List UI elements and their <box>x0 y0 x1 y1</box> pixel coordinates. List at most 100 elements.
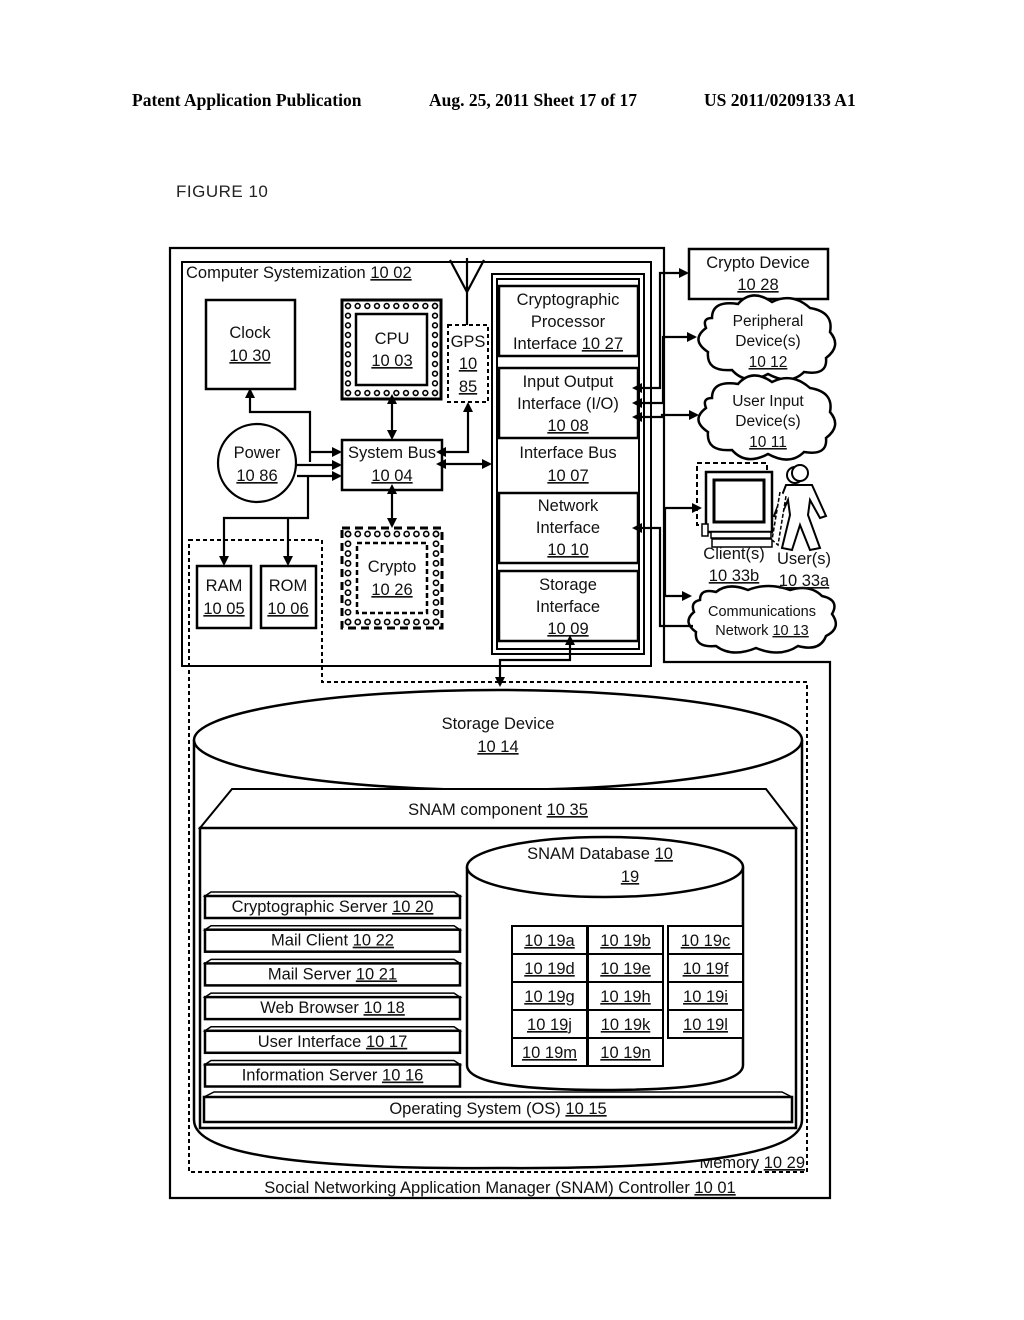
chip-pin <box>431 312 439 319</box>
chip-pin <box>344 599 352 606</box>
clients-ref: 10 33b <box>709 567 759 585</box>
computer-systemization-label: Computer Systemization 10 02 <box>186 264 412 282</box>
communications-network-line1: Communications <box>708 604 816 620</box>
chip-pin <box>432 530 440 538</box>
power-label: Power <box>234 444 281 462</box>
clock-label: Clock <box>229 324 271 342</box>
chip-pin <box>354 302 361 310</box>
chip-pin <box>431 331 439 339</box>
db-table-label: 10 19h <box>600 988 650 1006</box>
antenna-icon <box>449 258 485 325</box>
chip-pin <box>432 559 440 567</box>
users-label: User(s) <box>777 550 831 568</box>
db-table-label: 10 19j <box>527 1016 572 1034</box>
chip-pin <box>344 341 352 348</box>
chip-pin <box>344 380 352 387</box>
chip-pin <box>393 302 400 310</box>
chip-pin <box>432 599 440 606</box>
gps-label: GPS <box>451 333 486 351</box>
user-input-devices-line1: User Input <box>732 393 804 410</box>
chip-pin <box>432 579 440 587</box>
clock-box <box>204 298 297 391</box>
interface-bus-ref: 10 07 <box>547 467 588 485</box>
chip-pin <box>373 389 381 397</box>
chip-pin <box>344 322 352 329</box>
cpu-label: CPU <box>375 330 410 348</box>
crypto-device-ref: 10 28 <box>737 276 778 294</box>
gps-ref-2: 85 <box>459 378 477 396</box>
chip-pin <box>431 360 439 368</box>
component-bar: User Interface 10 17 <box>202 1026 463 1055</box>
crypto-ref: 10 26 <box>371 581 412 599</box>
db-table-label: 10 19i <box>683 988 728 1006</box>
network-interface-line1: Network <box>538 497 599 515</box>
chip-pin <box>344 370 352 377</box>
chip-pin <box>344 618 352 626</box>
chip-pin <box>344 351 352 358</box>
system-bus-label: System Bus <box>348 444 436 462</box>
snam-component-label: SNAM component 10 35 <box>408 801 588 819</box>
chip-pin <box>364 618 371 626</box>
chip-pin <box>432 589 440 597</box>
clock-ref: 10 30 <box>229 347 270 365</box>
power-ref: 10 86 <box>236 467 277 485</box>
db-table-label: 10 19d <box>524 960 574 978</box>
crypto-label: Crypto <box>368 558 417 576</box>
snam-database-label: SNAM Database 10 <box>527 845 673 863</box>
db-table-label: 10 19b <box>600 932 650 950</box>
chip-pin <box>432 608 440 616</box>
ram-ref: 10 05 <box>203 600 244 618</box>
component-label: Information Server 10 16 <box>242 1067 424 1085</box>
chip-pin <box>422 618 430 626</box>
peripheral-devices-ref: 10 12 <box>749 354 788 371</box>
chip-pin <box>344 389 352 397</box>
chip-pin <box>344 579 352 587</box>
chip-pin <box>402 389 410 397</box>
chip-pin <box>402 302 410 310</box>
chip-pin <box>344 540 352 548</box>
db-table-label: 10 19k <box>601 1016 651 1034</box>
rom-box <box>259 564 318 630</box>
component-label: Mail Client 10 22 <box>271 932 394 950</box>
io-interface-line1: Input Output <box>523 373 614 391</box>
snam-database-ref-2: 19 <box>621 868 639 886</box>
chip-pin <box>344 530 352 538</box>
network-interface-ref: 10 10 <box>547 541 588 559</box>
component-label: Mail Server 10 21 <box>268 965 397 983</box>
chip-pin <box>344 559 352 567</box>
ram-box <box>195 564 253 630</box>
communications-network-line2: Network 10 13 <box>715 623 809 639</box>
chip-pin <box>432 618 440 626</box>
component-bar: Mail Server 10 21 <box>202 958 463 987</box>
chip-pin <box>393 618 401 626</box>
chip-pin <box>354 530 362 538</box>
computer-icon <box>696 462 774 548</box>
crypto-processor-interface-line2: Processor <box>531 313 606 331</box>
chip-pin <box>393 530 401 538</box>
ram-label: RAM <box>206 577 243 595</box>
component-label: Cryptographic Server 10 20 <box>232 898 434 916</box>
chip-pin <box>431 302 439 310</box>
chip-pin <box>432 569 440 577</box>
db-table-label: 10 19e <box>600 960 650 978</box>
rom-ref: 10 06 <box>267 600 308 618</box>
user-icon <box>771 464 828 552</box>
chip-pin <box>432 550 440 557</box>
chip-pin <box>344 550 352 557</box>
chip-pin <box>431 351 439 358</box>
component-bar: Information Server 10 16 <box>202 1059 463 1088</box>
chip-pin <box>431 322 439 329</box>
interface-bus-label: Interface Bus <box>519 444 616 462</box>
component-bar: Mail Client 10 22 <box>202 924 463 953</box>
db-table-label: 10 19l <box>683 1016 728 1034</box>
chip-pin <box>344 302 352 310</box>
chip-pin <box>393 389 400 397</box>
chip-pin <box>344 360 352 368</box>
component-label: User Interface 10 17 <box>258 1033 408 1051</box>
chip-pin <box>403 618 411 626</box>
users-ref: 10 33a <box>779 572 830 590</box>
chip-pin <box>373 618 381 626</box>
chip-pin <box>431 380 439 387</box>
chip-pin <box>373 302 381 310</box>
chip-pin <box>422 530 430 538</box>
